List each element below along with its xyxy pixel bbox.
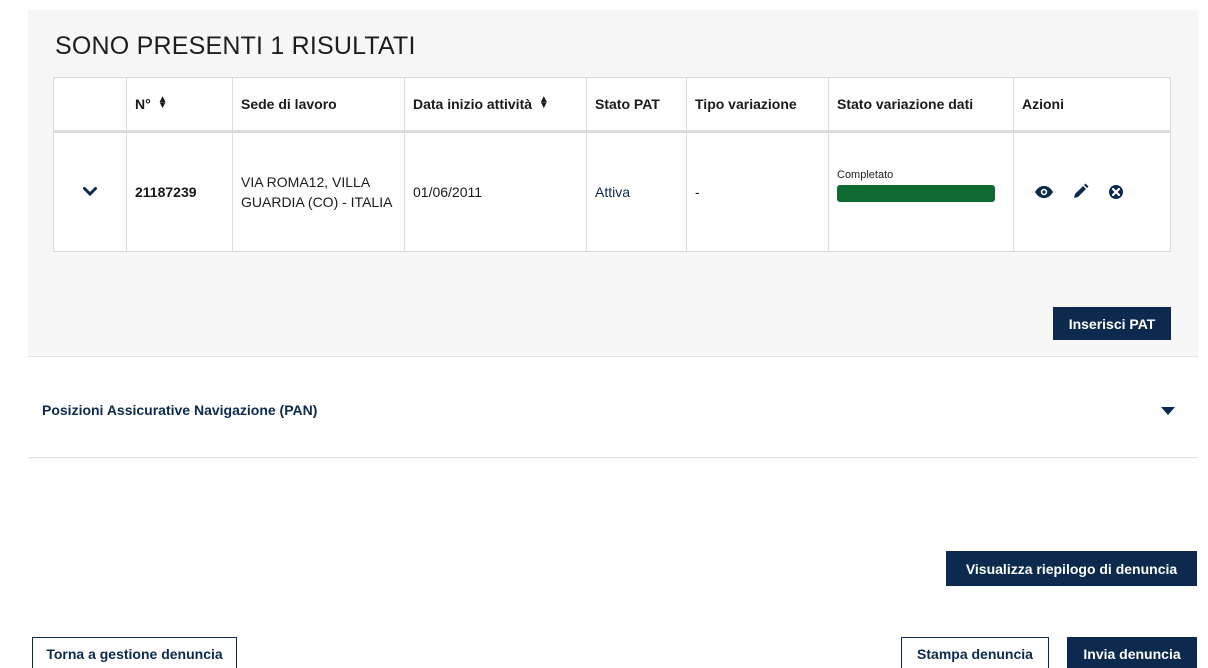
- inserisci-pat-button[interactable]: Inserisci PAT: [1053, 307, 1171, 340]
- column-header-azioni: Azioni: [1013, 77, 1171, 133]
- column-header-expand: [53, 77, 127, 133]
- column-header-numero[interactable]: N° ▲ ▼: [126, 77, 233, 133]
- pat-table: N° ▲ ▼ Sede di lavoro Data inizio attivit…: [53, 77, 1171, 252]
- pencil-icon[interactable]: [1070, 182, 1090, 202]
- invia-denuncia-button[interactable]: Invia denuncia: [1067, 637, 1197, 668]
- sort-icon[interactable]: ▲ ▼: [158, 95, 168, 111]
- actions-cell: [1013, 131, 1171, 252]
- column-header-numero-label: N°: [135, 96, 151, 112]
- torna-gestione-button[interactable]: Torna a gestione denuncia: [32, 637, 237, 668]
- column-header-sede: Sede di lavoro: [232, 77, 405, 133]
- numero-cell: 21187239: [126, 131, 233, 252]
- stato-variazione-cell: Completato: [828, 131, 1014, 252]
- pan-panel[interactable]: Posizioni Assicurative Navigazione (PAN): [28, 374, 1198, 458]
- results-panel: SONO PRESENTI 1 RISULTATI N° ▲ ▼ Sede di …: [28, 10, 1198, 357]
- pan-title: Posizioni Assicurative Navigazione (PAN): [42, 402, 318, 418]
- table-row: 21187239 VIA ROMA12, VILLA GUARDIA (CO) …: [53, 131, 1171, 252]
- column-header-stato-variazione: Stato variazione dati: [828, 77, 1014, 133]
- data-inizio-cell: 01/06/2011: [404, 131, 587, 252]
- sort-icon[interactable]: ▲ ▼: [539, 95, 549, 111]
- caret-down-icon[interactable]: [1160, 406, 1176, 416]
- expand-cell[interactable]: [53, 131, 127, 252]
- column-header-data-inizio-label: Data inizio attività: [413, 96, 533, 112]
- chevron-down-icon[interactable]: [83, 187, 97, 197]
- stampa-denuncia-button[interactable]: Stampa denuncia: [901, 637, 1049, 668]
- column-header-data-inizio[interactable]: Data inizio attività ▲ ▼: [404, 77, 587, 133]
- tipo-variazione-cell: -: [686, 131, 829, 252]
- eye-icon[interactable]: [1034, 182, 1054, 202]
- progress-bar: [837, 184, 995, 202]
- table-header-row: N° ▲ ▼ Sede di lavoro Data inizio attivit…: [53, 77, 1171, 133]
- progress-label: Completato: [837, 168, 894, 181]
- close-circle-icon[interactable]: [1106, 182, 1126, 202]
- sede-cell: VIA ROMA12, VILLA GUARDIA (CO) - ITALIA: [232, 131, 405, 252]
- visualizza-riepilogo-button[interactable]: Visualizza riepilogo di denuncia: [946, 551, 1197, 586]
- stato-pat-cell: Attiva: [586, 131, 687, 252]
- column-header-tipo-variazione: Tipo variazione: [686, 77, 829, 133]
- column-header-stato-pat: Stato PAT: [586, 77, 687, 133]
- results-title: SONO PRESENTI 1 RISULTATI: [55, 32, 416, 60]
